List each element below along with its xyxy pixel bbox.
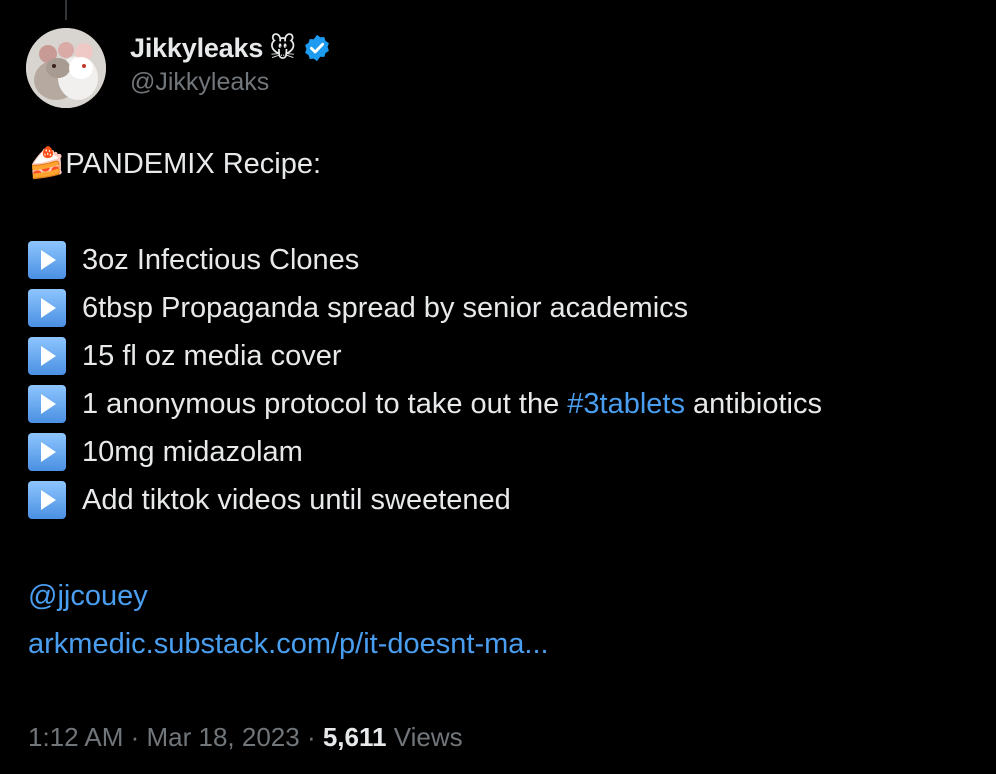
play-button-emoji-icon: [28, 241, 66, 279]
display-name[interactable]: Jikkyleaks: [130, 33, 263, 64]
list-item: 1 anonymous protocol to take out the #3t…: [28, 380, 978, 428]
thread-connector-line: [65, 0, 67, 20]
mention-link[interactable]: @jjcouey: [28, 572, 148, 620]
verified-badge-icon[interactable]: [302, 33, 332, 63]
tweet-text: 🍰 PANDEMIX Recipe: 3oz Infectious Clones…: [28, 140, 978, 668]
tweet-date[interactable]: Mar 18, 2023: [147, 722, 300, 752]
name-row: Jikkyleaks 🐭: [130, 30, 332, 66]
list-item: Add tiktok videos until sweetened: [28, 476, 978, 524]
external-url-link[interactable]: arkmedic.substack.com/p/it-doesnt-ma...: [28, 620, 549, 668]
list-item-text: 1 anonymous protocol to take out the: [82, 388, 568, 420]
list-item-text: 3oz Infectious Clones: [82, 244, 360, 276]
mention-line: @jjcouey: [28, 572, 978, 620]
recipe-title-text: PANDEMIX Recipe:: [65, 148, 322, 180]
avatar[interactable]: [26, 28, 106, 108]
list-item-text: 6tbsp Propaganda spread by senior academ…: [82, 292, 689, 324]
tweet-header: Jikkyleaks 🐭 @Jikkyleaks: [130, 30, 332, 97]
play-button-emoji-icon: [28, 337, 66, 375]
list-item: 6tbsp Propaganda spread by senior academ…: [28, 284, 978, 332]
list-item-text-suffix: antibiotics: [684, 388, 822, 420]
separator-dot: ·: [123, 722, 147, 752]
user-handle[interactable]: @Jikkyleaks: [130, 68, 332, 97]
play-button-emoji-icon: [28, 385, 66, 423]
cake-emoji-icon: 🍰: [28, 147, 66, 180]
play-button-emoji-icon: [28, 433, 66, 471]
avatar-rats-image: [26, 28, 106, 108]
views-count[interactable]: 5,611: [323, 722, 387, 752]
tweet-time[interactable]: 1:12 AM: [28, 722, 123, 752]
separator-dot: ·: [299, 722, 323, 752]
views-label: Views: [386, 722, 463, 752]
list-item-text: 15 fl oz media cover: [82, 340, 342, 372]
list-item: 15 fl oz media cover: [28, 332, 978, 380]
list-item-text: 10mg midazolam: [82, 436, 303, 468]
tweet-metadata: 1:12 AM · Mar 18, 2023 · 5,611 Views: [28, 722, 463, 753]
url-line: arkmedic.substack.com/p/it-doesnt-ma...: [28, 620, 978, 668]
list-item-text: Add tiktok videos until sweetened: [82, 484, 511, 516]
hashtag-link[interactable]: #3tablets: [567, 380, 685, 428]
list-item: 3oz Infectious Clones: [28, 236, 978, 284]
play-button-emoji-icon: [28, 481, 66, 519]
play-button-emoji-icon: [28, 289, 66, 327]
recipe-title: 🍰 PANDEMIX Recipe:: [28, 140, 978, 188]
list-item: 10mg midazolam: [28, 428, 978, 476]
mouse-emoji-icon: 🐭: [269, 32, 297, 63]
